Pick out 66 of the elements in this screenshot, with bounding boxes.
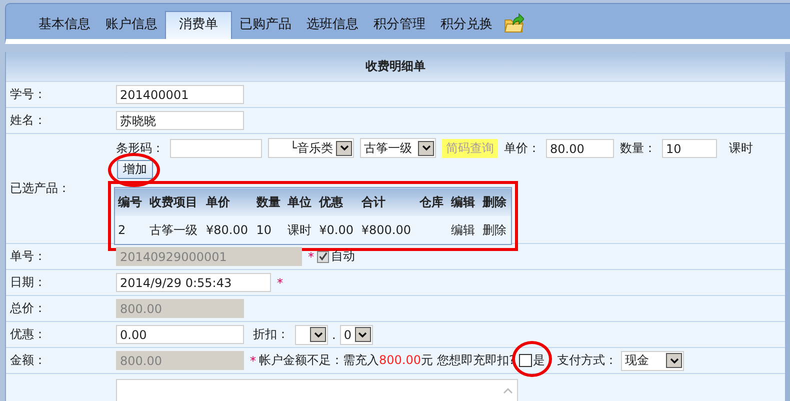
field-label: 支付方式： — [557, 352, 618, 369]
column-header: 仓库 — [416, 188, 448, 216]
field-label: 条形码： — [116, 140, 164, 156]
table-cell: 课时 — [288, 222, 312, 236]
dropdown-icon — [418, 140, 434, 156]
column-header: 编号 — [114, 188, 146, 216]
column-header: 收费项目 — [146, 188, 203, 216]
checkbox-label: 是 — [533, 352, 546, 369]
column-header: 编辑 — [448, 188, 480, 216]
table-cell: ¥0.00 — [319, 223, 354, 237]
tab[interactable]: 积分兑换 — [433, 12, 500, 39]
tab[interactable]: 已购产品 — [232, 12, 299, 39]
column-header: 优惠 — [316, 188, 358, 216]
column-header: 单位 — [284, 188, 316, 216]
action-link[interactable]: 删除 — [482, 222, 506, 236]
table-cell: 10 — [256, 223, 272, 237]
tab[interactable]: 积分管理 — [366, 12, 433, 39]
field-label: 学号： — [10, 86, 46, 103]
field-label: 优惠： — [10, 326, 46, 343]
tab[interactable]: 消费单 — [165, 11, 232, 39]
tab[interactable]: 基本信息 — [31, 12, 98, 39]
item-select[interactable]: 古筝一级 — [360, 138, 436, 158]
category-select[interactable]: └音乐类 — [268, 138, 354, 158]
input-field[interactable]: 201400001 — [116, 85, 244, 104]
dropdown-icon — [310, 327, 326, 342]
field-label: 数量： — [620, 140, 656, 156]
folder-arrow-icon[interactable] — [504, 11, 524, 33]
column-header: 合计 — [358, 188, 417, 216]
rate-select[interactable]: 0 — [340, 324, 373, 344]
column-header: 删除 — [480, 188, 512, 216]
quantity-field[interactable]: 10 — [662, 138, 717, 158]
field-label: 已选产品： — [10, 180, 70, 197]
required-mark: * — [250, 354, 256, 368]
price-field[interactable]: 80.00 — [546, 138, 614, 158]
table-cell: 古筝一级 — [149, 222, 198, 236]
input-field[interactable]: 苏晓晓 — [116, 111, 244, 130]
field-label: 折扣： — [253, 326, 289, 343]
action-link[interactable]: 编辑 — [451, 222, 476, 236]
column-header: 单价 — [203, 188, 254, 216]
field-label: 单号： — [10, 248, 46, 265]
panel-title: 收费明细单 — [366, 58, 426, 75]
field-label: 日期： — [10, 274, 46, 291]
dropdown-icon — [336, 140, 352, 156]
field-label: 姓名： — [10, 112, 46, 129]
required-mark: * — [308, 250, 314, 264]
dropdown-icon — [666, 353, 682, 368]
highlight-circle — [512, 341, 552, 377]
field-label: 金额： — [10, 352, 46, 369]
add-button[interactable]: 增加 — [117, 160, 153, 179]
date-field[interactable]: 2014/9/29 0:55:43 — [116, 273, 271, 292]
separator-dot: . — [332, 328, 336, 342]
table-cell: ¥80.00 — [206, 223, 248, 237]
tab[interactable]: 账户信息 — [98, 12, 165, 39]
unit-label: 课时 — [729, 140, 753, 156]
discount-field[interactable]: 0.00 — [116, 325, 244, 344]
checkbox-label: 自动 — [331, 248, 355, 265]
dropdown-icon — [354, 327, 371, 342]
rate-select[interactable] — [295, 324, 328, 344]
barcode-field[interactable] — [170, 138, 262, 158]
field-label: 总价： — [10, 300, 46, 317]
required-mark: * — [277, 276, 283, 290]
table-cell: ¥800.00 — [361, 223, 412, 237]
field-label: 单价： — [504, 140, 540, 156]
tab[interactable]: 选班信息 — [299, 12, 366, 39]
column-header: 数量 — [253, 188, 285, 216]
table-cell: 2 — [118, 223, 126, 237]
